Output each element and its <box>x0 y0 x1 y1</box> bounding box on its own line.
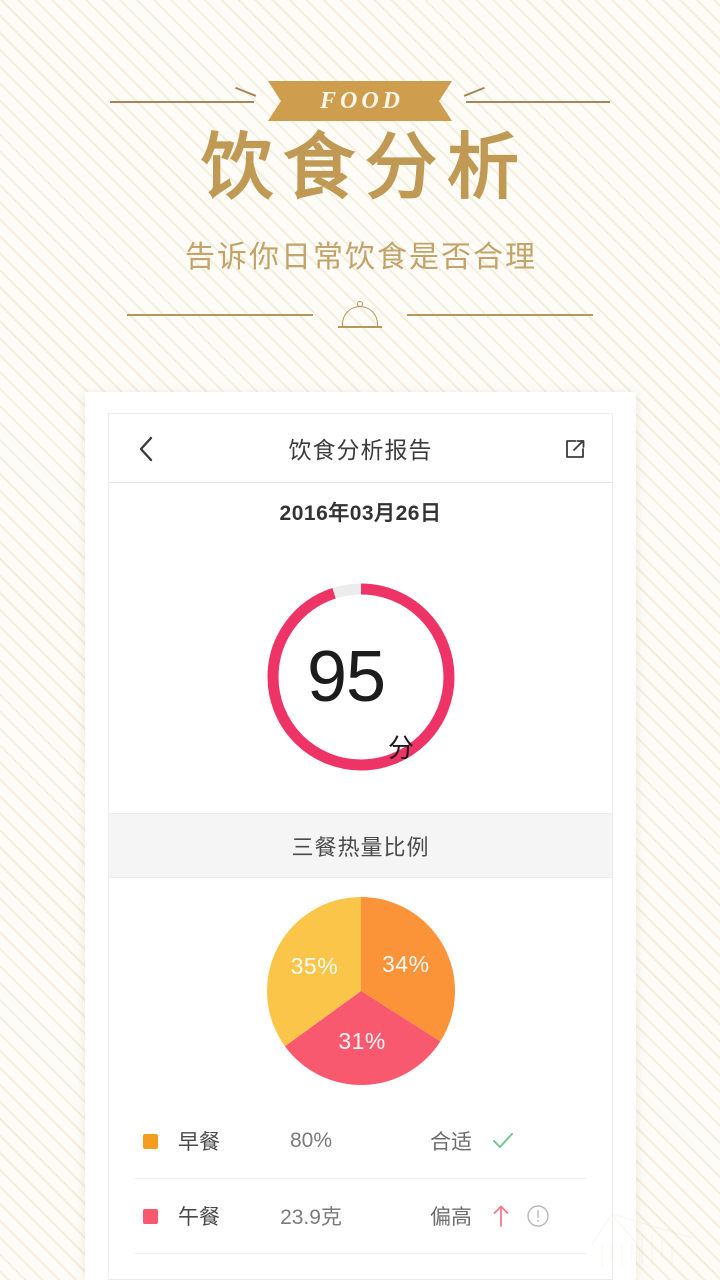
ribbon-label: FOOD <box>319 87 404 114</box>
check-icon <box>490 1128 516 1154</box>
hero-subtitle: 告诉你日常饮食是否合理 <box>185 241 537 274</box>
meal-value: 23.8克 <box>256 1276 394 1279</box>
score-ring: 95 分 <box>261 577 461 777</box>
meal-value: 80% <box>289 1129 333 1152</box>
score-value: 95 <box>306 637 386 717</box>
pie-slice-label-1: 31% <box>338 1027 386 1054</box>
meal-indicators <box>472 1128 586 1154</box>
meal-name: 晚餐 <box>178 1276 256 1279</box>
report-card: 饮食分析报告 2016年03月26日 95 分 三餐热量比例 34% 31% 3… <box>108 413 613 1280</box>
pie-chart-block: 34% 31% 35% <box>109 878 612 1104</box>
legend-swatch-breakfast <box>143 1133 158 1149</box>
meal-indicators <box>472 1203 586 1229</box>
warning-icon[interactable] <box>526 1204 550 1228</box>
score-block: 95 分 <box>109 541 612 813</box>
share-button[interactable] <box>558 432 592 466</box>
ribbon-rule-left <box>110 78 257 124</box>
hero-banner: FOOD 饮食分析 告诉你日常饮食是否合理 <box>0 0 720 392</box>
hero-divider <box>0 294 720 336</box>
ribbon-rule-right <box>463 78 610 124</box>
pie-chart-svg <box>266 897 455 1085</box>
divider-line-left <box>127 314 313 316</box>
hero-title: 饮食分析 <box>200 128 529 208</box>
chevron-left-icon <box>139 436 153 462</box>
arrow-up-icon <box>490 1203 512 1229</box>
meal-status: 偏低 <box>394 1276 472 1279</box>
divider-line-right <box>407 314 593 316</box>
score-text: 95 分 <box>261 577 461 777</box>
share-icon <box>566 440 585 458</box>
meal-table: 早餐 80% 合适 午餐 23.9克 偏高 <box>109 1104 612 1279</box>
meal-name: 早餐 <box>178 1131 220 1154</box>
table-row[interactable]: 晚餐 23.8克 偏低 <box>135 1253 586 1279</box>
meal-status: 合适 <box>430 1131 472 1154</box>
ribbon-row: FOOD <box>0 78 720 124</box>
section-title: 三餐热量比例 <box>109 813 612 878</box>
meal-name: 午餐 <box>178 1206 220 1229</box>
food-cloche-icon <box>333 298 387 332</box>
back-button[interactable] <box>129 432 163 466</box>
page-title: 饮食分析报告 <box>288 437 433 463</box>
table-row[interactable]: 早餐 80% 合适 <box>135 1104 586 1178</box>
report-date: 2016年03月26日 <box>279 502 442 525</box>
pie-chart: 34% 31% 35% <box>266 897 455 1085</box>
pie-slice-label-0: 34% <box>382 951 430 978</box>
legend-swatch-lunch <box>143 1208 158 1224</box>
table-row[interactable]: 午餐 23.9克 偏高 <box>135 1178 586 1253</box>
food-ribbon: FOOD <box>268 81 452 121</box>
pie-slice-label-2: 35% <box>290 952 339 979</box>
score-unit: 分 <box>388 733 415 763</box>
meal-status: 偏高 <box>430 1206 472 1229</box>
navbar: 饮食分析报告 <box>109 414 612 483</box>
meal-value: 23.9克 <box>280 1206 342 1229</box>
report-card-frame: 饮食分析报告 2016年03月26日 95 分 三餐热量比例 34% 31% 3… <box>85 392 636 1280</box>
